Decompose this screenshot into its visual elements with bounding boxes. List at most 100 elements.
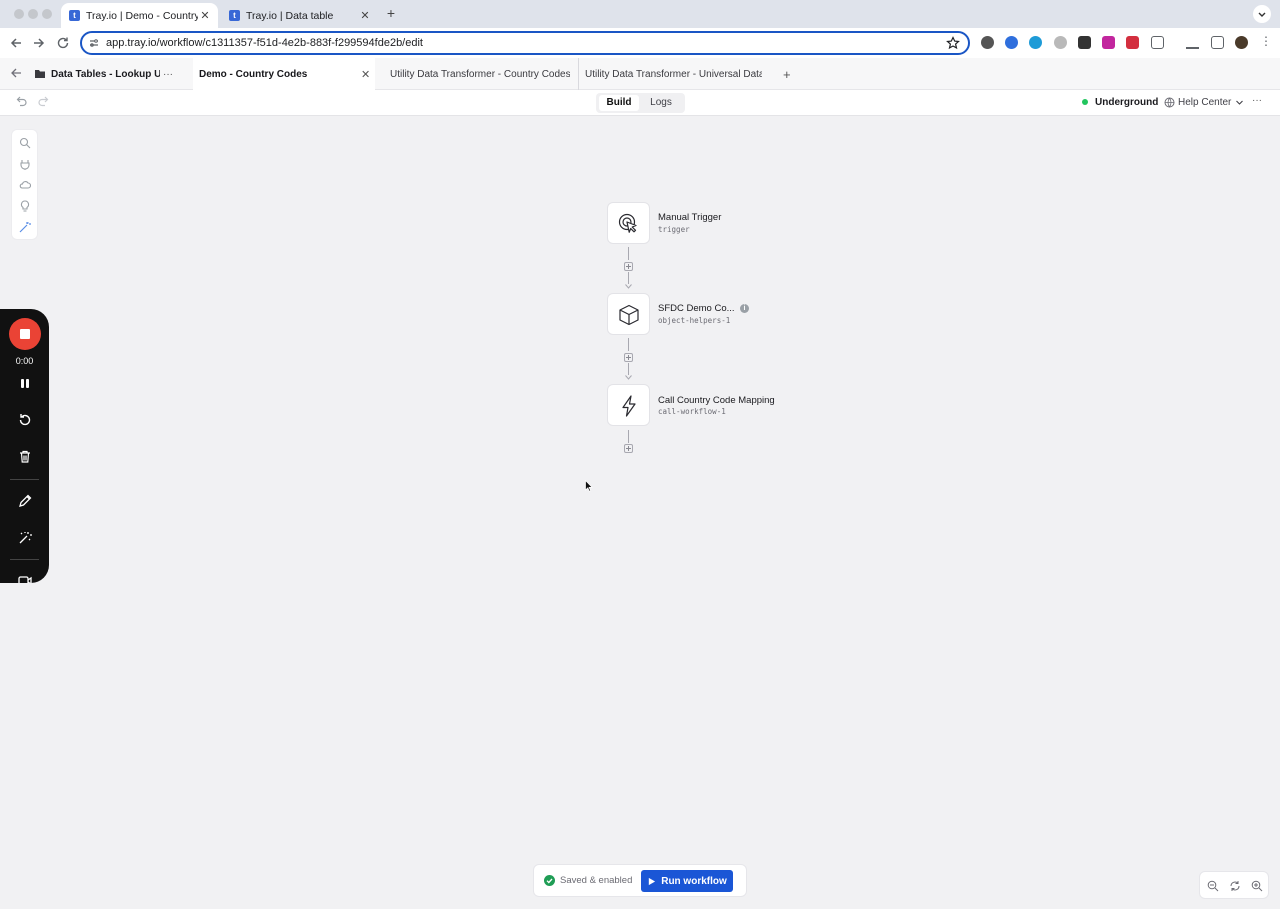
browser-toolbar: app.tray.io/workflow/c1311357-f51d-4e2b-… (0, 28, 1280, 58)
merlin-ai-icon[interactable] (19, 221, 31, 233)
trash-icon[interactable] (17, 449, 33, 465)
salesforce-icon[interactable] (1029, 36, 1042, 49)
run-workflow-button[interactable]: Run workflow (641, 870, 733, 892)
extension-icon[interactable] (1102, 36, 1115, 49)
add-step-button[interactable] (624, 444, 633, 453)
step-name: call-workflow-1 (658, 407, 726, 416)
add-step-button[interactable] (624, 262, 633, 271)
workflow-tab-label: Utility Data Transformer - Country Codes (390, 68, 570, 80)
connector-line (628, 430, 629, 443)
build-tab[interactable]: Build (599, 95, 639, 111)
folder-icon (35, 70, 45, 78)
status-dot (1082, 99, 1088, 105)
undo-icon (16, 96, 27, 107)
browser-tab-title: Tray.io | Data table (246, 9, 334, 22)
extension-icon[interactable] (981, 36, 994, 49)
side-panel-icon[interactable] (1211, 36, 1224, 49)
fit-view-icon[interactable] (1229, 880, 1241, 892)
workflow-tab-project[interactable]: Data Tables - Lookup Use (34, 58, 160, 90)
arrow-down-icon (625, 375, 632, 380)
bookmark-star-icon[interactable] (946, 36, 960, 50)
zoom-in-icon[interactable] (1251, 880, 1263, 892)
workflow-tab-active[interactable]: Demo - Country Codes ✕ (193, 58, 375, 90)
password-manager-icon[interactable] (1005, 36, 1018, 49)
more-options-icon[interactable]: ··· (1252, 95, 1262, 106)
redo-icon (38, 96, 49, 107)
puzzle-icon[interactable] (1151, 36, 1164, 49)
help-center-link[interactable]: Help Center (1178, 97, 1231, 108)
add-step-button[interactable] (624, 353, 633, 362)
close-icon[interactable]: ✕ (361, 68, 375, 81)
info-icon[interactable]: i (740, 304, 749, 313)
window-close-button[interactable] (14, 9, 24, 19)
connector-icon[interactable] (19, 158, 31, 170)
step-node-manual-trigger[interactable] (607, 202, 650, 244)
divider (10, 479, 39, 480)
zoom-out-icon[interactable] (1207, 880, 1219, 892)
arrow-down-icon (625, 284, 632, 289)
download-icon[interactable] (1186, 36, 1199, 49)
cloud-icon[interactable] (19, 179, 31, 191)
close-icon[interactable]: ✕ (358, 9, 372, 22)
tray-favicon-icon: t (69, 10, 80, 21)
editor-header: Build Logs Underground Help Center ··· (0, 90, 1280, 116)
chevron-down-icon[interactable] (1235, 98, 1244, 107)
restart-icon[interactable] (17, 412, 33, 428)
undo-button[interactable] (15, 95, 28, 108)
lightbulb-icon[interactable] (19, 200, 31, 212)
box-icon (619, 304, 639, 326)
workflow-tab-label: Utility Data Transformer - Universal Dat… (585, 68, 762, 80)
window-minimize-button[interactable] (28, 9, 38, 19)
more-options-icon[interactable]: ··· (163, 58, 173, 90)
check-circle-icon (544, 875, 555, 886)
workflow-tab-label: Data Tables - Lookup Use (51, 68, 160, 80)
step-title: Call Country Code Mapping (658, 395, 775, 406)
window-zoom-button[interactable] (42, 9, 52, 19)
back-button[interactable] (8, 35, 24, 51)
search-icon[interactable] (19, 137, 31, 149)
profile-avatar[interactable] (1235, 36, 1248, 49)
site-settings-icon[interactable] (88, 37, 100, 49)
back-button[interactable] (9, 66, 23, 80)
reload-button[interactable] (55, 35, 71, 51)
close-icon[interactable]: ✕ (198, 9, 212, 22)
workspace-name[interactable]: Underground (1095, 97, 1158, 108)
stop-recording-button[interactable] (9, 318, 41, 350)
recording-timer: 0:00 (15, 356, 34, 366)
connector-line (628, 363, 629, 375)
mode-switch: Build Logs (596, 93, 685, 113)
tab-search-button[interactable] (1253, 5, 1271, 23)
new-tab-button[interactable]: + (384, 5, 398, 21)
address-bar[interactable]: app.tray.io/workflow/c1311357-f51d-4e2b-… (80, 31, 970, 55)
globe-icon (1164, 97, 1175, 108)
workflow-tab[interactable]: Utility Data Transformer - Universal Dat… (578, 58, 762, 90)
tray-favicon-icon: t (229, 10, 240, 21)
zoom-controls (1199, 871, 1269, 899)
redo-button[interactable] (37, 95, 50, 108)
workflow-status-bar: Saved & enabled Run workflow (533, 864, 747, 897)
step-node-call-workflow[interactable] (607, 384, 650, 426)
lightning-icon (622, 395, 636, 417)
pause-icon[interactable] (17, 376, 33, 392)
divider (10, 559, 39, 560)
step-name: trigger (658, 225, 690, 234)
camera-icon[interactable] (17, 573, 33, 583)
add-tab-button[interactable]: + (783, 58, 791, 90)
arrow-right-icon (34, 38, 45, 48)
extension-icon[interactable] (1054, 36, 1067, 49)
effects-icon[interactable] (17, 530, 33, 546)
extension-icon[interactable] (1126, 36, 1139, 49)
browser-menu-icon[interactable]: ⋮ (1260, 35, 1272, 49)
step-node-sfdc-demo[interactable] (607, 293, 650, 335)
workflow-tab[interactable]: Utility Data Transformer - Country Codes (390, 58, 570, 90)
chevron-down-icon (1258, 12, 1266, 17)
forward-button[interactable] (31, 35, 47, 51)
workflow-tabs: Data Tables - Lookup Use ··· Demo - Coun… (0, 58, 1280, 90)
browser-tab[interactable]: t Tray.io | Data table ✕ (221, 3, 378, 28)
browser-tab-active[interactable]: t Tray.io | Demo - Country Codes ✕ (61, 3, 218, 28)
play-icon (649, 877, 656, 885)
browser-tab-strip: t Tray.io | Demo - Country Codes ✕ t Tra… (0, 0, 1280, 28)
extension-t-icon[interactable] (1078, 36, 1091, 49)
logs-tab[interactable]: Logs (641, 95, 681, 111)
pencil-icon[interactable] (17, 493, 33, 509)
